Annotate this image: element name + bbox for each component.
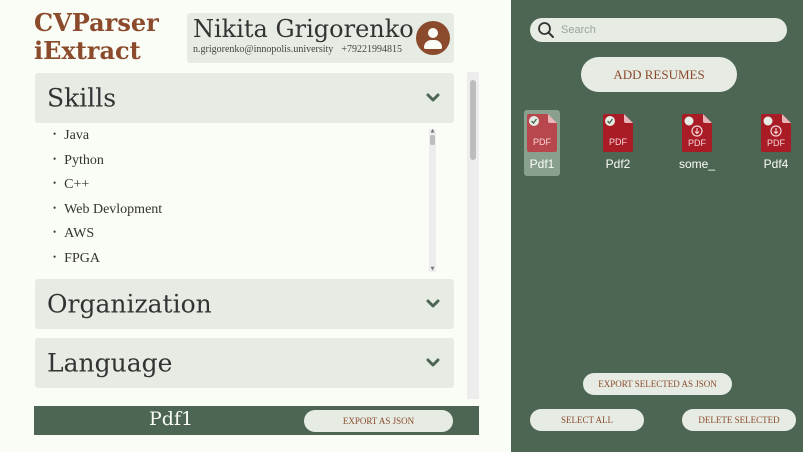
file-name: Pdf2: [605, 157, 631, 171]
user-email: n.grigorenko@innopolis.university: [193, 44, 334, 55]
section-skills[interactable]: Skills: [35, 73, 454, 123]
file-name: Pdf1: [529, 157, 555, 171]
resume-detail-pane: CVParser iExtract Nikita Grigorenko n.gr…: [0, 0, 511, 452]
pdf-file-icon: PDF: [527, 114, 557, 152]
search-bar[interactable]: [530, 18, 787, 42]
export-selected-button[interactable]: EXPORT SELECTED AS JSON: [583, 373, 732, 395]
page-scrollbar[interactable]: [467, 72, 479, 399]
scroll-up-icon[interactable]: ▲: [430, 129, 435, 134]
bottom-bar: Pdf1 EXPORT AS JSON: [34, 406, 479, 435]
skill-item: FPGA: [53, 247, 437, 272]
chevron-down-icon[interactable]: [426, 91, 440, 105]
pdf-file-icon: PDF: [603, 114, 633, 152]
scrollbar-thumb[interactable]: [470, 80, 476, 160]
skill-item: Java: [53, 124, 437, 149]
section-title: Organization: [47, 289, 212, 319]
skill-item: C++: [53, 173, 437, 198]
chevron-down-icon[interactable]: [426, 356, 440, 370]
select-all-button[interactable]: SELECT ALL: [530, 409, 644, 431]
svg-text:PDF: PDF: [533, 137, 552, 147]
section-organization[interactable]: Organization: [35, 279, 454, 329]
app-title-line2: iExtract: [34, 36, 141, 65]
file-item[interactable]: PDF Pdf1: [524, 110, 560, 176]
pdf-file-icon: PDF: [761, 114, 791, 152]
app-title: CVParser iExtract: [34, 9, 159, 65]
user-name: Nikita Grigorenko: [193, 15, 414, 43]
search-input[interactable]: [561, 20, 781, 40]
file-item[interactable]: PDF Pdf2: [600, 110, 636, 176]
file-item[interactable]: PDF some_: [679, 110, 715, 176]
section-title: Language: [47, 348, 173, 378]
scroll-down-icon[interactable]: ▼: [430, 267, 435, 272]
svg-text:PDF: PDF: [609, 137, 628, 147]
section-language[interactable]: Language: [35, 338, 454, 388]
pdf-file-icon: PDF: [682, 114, 712, 152]
user-phone: +79221994815: [341, 44, 402, 55]
search-icon: [538, 22, 554, 38]
skill-item: AWS: [53, 222, 437, 247]
current-file-name: Pdf1: [149, 408, 194, 430]
skills-scrollbar[interactable]: ▲ ▼: [429, 129, 436, 272]
app-title-line1: CVParser: [34, 8, 159, 37]
svg-text:PDF: PDF: [688, 138, 707, 148]
section-title: Skills: [47, 83, 117, 113]
file-name: Pdf4: [763, 157, 789, 171]
export-json-button[interactable]: EXPORT AS JSON: [304, 410, 453, 432]
skills-list: Java Python C++ Web Devlopment AWS FPGA: [35, 124, 437, 272]
add-resumes-button[interactable]: ADD RESUMES: [581, 57, 737, 92]
file-name: some_: [678, 157, 716, 171]
file-item[interactable]: PDF Pdf4: [758, 110, 794, 176]
delete-selected-button[interactable]: DELETE SELECTED: [682, 409, 796, 431]
avatar-icon[interactable]: [416, 21, 450, 55]
svg-text:PDF: PDF: [767, 138, 786, 148]
skill-item: Python: [53, 149, 437, 174]
chevron-down-icon[interactable]: [426, 297, 440, 311]
skill-item: Web Devlopment: [53, 198, 437, 223]
files-pane: ADD RESUMES PDF Pdf1 PDF Pdf2 PDF: [511, 0, 803, 452]
user-contact: n.grigorenko@innopolis.university +792219…: [193, 44, 402, 55]
scrollbar-thumb[interactable]: [430, 135, 435, 145]
user-card: Nikita Grigorenko n.grigorenko@innopolis…: [187, 13, 454, 63]
